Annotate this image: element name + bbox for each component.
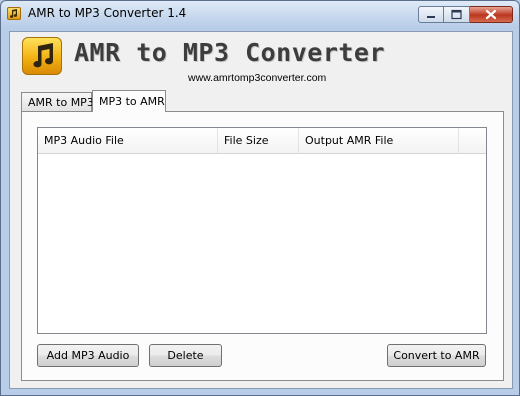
maximize-icon (451, 9, 462, 20)
brand-url: www.amrtomp3converter.com (188, 72, 327, 84)
add-mp3-audio-button[interactable]: Add MP3 Audio (37, 344, 139, 367)
title-bar[interactable]: AMR to MP3 Converter 1.4 (1, 1, 519, 28)
close-button[interactable] (470, 6, 513, 23)
convert-to-amr-button[interactable]: Convert to AMR (387, 344, 486, 367)
app-window: AMR to MP3 Converter 1.4 AMR to MP3 Conv… (0, 0, 520, 396)
app-logo (22, 37, 62, 75)
file-list-header: MP3 Audio File File Size Output AMR File (38, 128, 486, 154)
window-controls (418, 6, 513, 23)
delete-button[interactable]: Delete (149, 344, 222, 367)
client-area: AMR to MP3 Converter www.amrtomp3convert… (9, 31, 513, 389)
tab-amr-to-mp3[interactable]: AMR to MP3 (21, 92, 94, 111)
column-output-amr-file[interactable]: Output AMR File (299, 128, 459, 153)
window-title: AMR to MP3 Converter 1.4 (28, 6, 187, 20)
column-filler (459, 128, 487, 153)
music-note-icon (33, 43, 54, 68)
minimize-icon (427, 16, 435, 18)
column-mp3-audio-file[interactable]: MP3 Audio File (38, 128, 218, 153)
brand-title: AMR to MP3 Converter (74, 38, 386, 67)
minimize-button[interactable] (418, 6, 444, 23)
column-file-size[interactable]: File Size (218, 128, 299, 153)
maximize-button[interactable] (444, 6, 470, 23)
tab-panel-mp3-to-amr: MP3 Audio File File Size Output AMR File… (21, 111, 504, 381)
file-list[interactable]: MP3 Audio File File Size Output AMR File (37, 127, 487, 334)
close-icon (485, 9, 497, 20)
music-note-icon[interactable] (7, 7, 21, 20)
tab-mp3-to-amr[interactable]: MP3 to AMR (92, 90, 166, 112)
